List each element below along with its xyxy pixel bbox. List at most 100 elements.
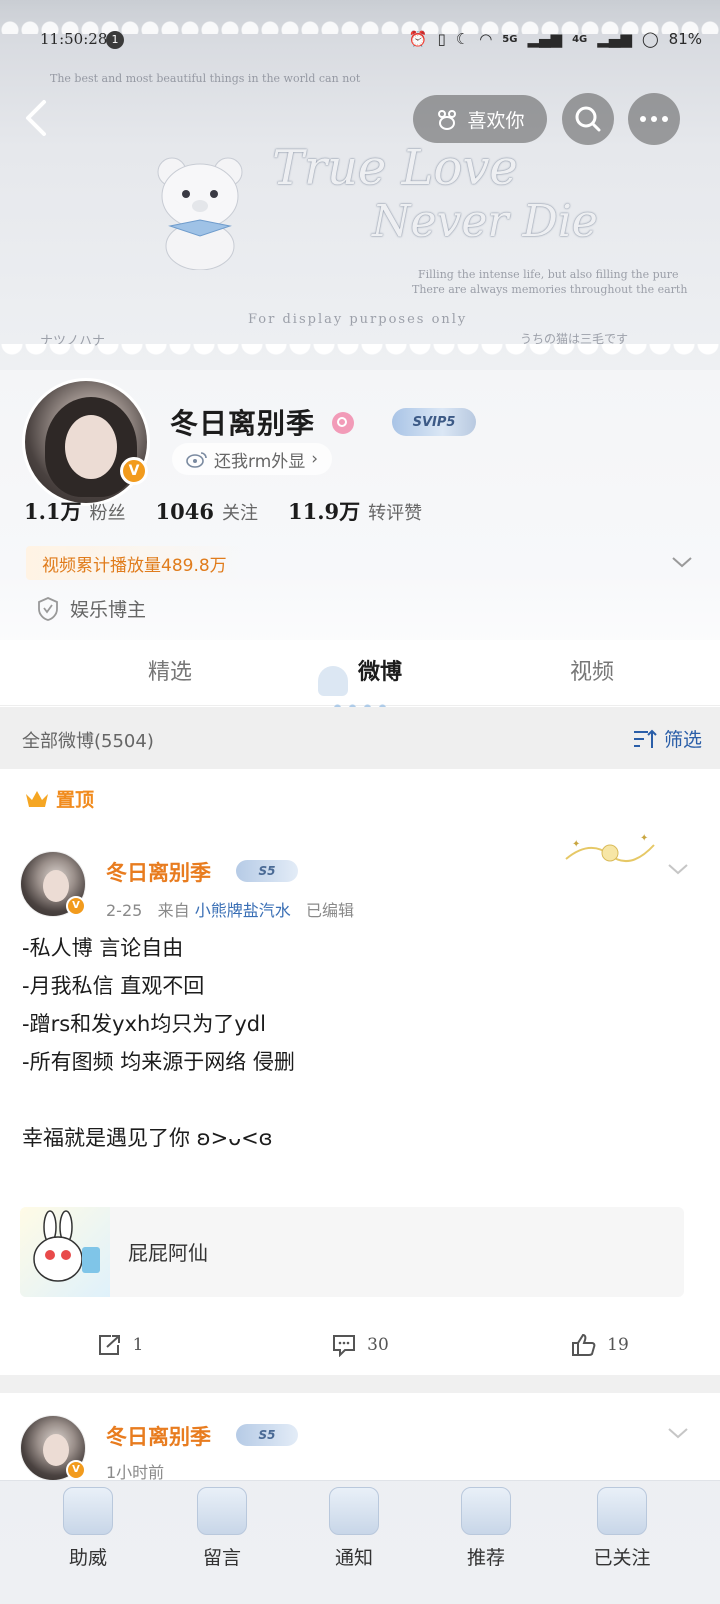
post-line: -私人博 言论自由 — [22, 936, 184, 960]
post-divider — [0, 1375, 720, 1393]
post-line: -月我私信 直观不回 — [22, 974, 205, 998]
like-count: 19 — [607, 1335, 629, 1355]
like-you-label: 喜欢你 — [467, 109, 525, 132]
post-actions: 1 30 19 — [0, 1317, 720, 1373]
more-button[interactable] — [628, 93, 680, 145]
stat-value: 1046 — [155, 499, 214, 524]
verification-info[interactable]: 娱乐博主 — [36, 595, 146, 622]
tab-featured[interactable]: 精选 — [148, 654, 192, 686]
signal-label: 5G — [502, 33, 518, 45]
post-from: 来自 — [157, 901, 190, 920]
post-author[interactable]: 冬日离别季 — [106, 1421, 211, 1451]
video-play-count-tag[interactable]: 视频累计播放量489.8万 — [26, 546, 243, 580]
envelope-icon — [197, 1487, 247, 1535]
nav-label: 留言 — [202, 1547, 241, 1569]
nav-notify[interactable]: 通知 — [304, 1487, 404, 1570]
level-badge: S5 — [236, 860, 298, 882]
stat-interactions[interactable]: 11.9万 转评赞 — [288, 496, 422, 526]
search-icon — [575, 106, 601, 132]
like-you-button[interactable]: 喜欢你 — [413, 95, 547, 143]
verified-icon: V — [66, 896, 86, 916]
nav-cheer[interactable]: 助威 — [38, 1487, 138, 1570]
fan-badge-icon[interactable] — [332, 412, 354, 434]
post-line: 幸福就是遇见了你 ʚ>ᴗ<ɞ — [22, 1126, 273, 1150]
banner-title: True Love — [272, 140, 518, 196]
banner-text: For display purposes only — [248, 312, 468, 327]
pinned-label: 置顶 — [56, 789, 95, 811]
profile-stats: 1.1万 粉丝 1046 关注 11.9万 转评赞 — [24, 496, 422, 526]
card-title: 屁屁阿仙 — [128, 1241, 208, 1265]
signal-icon: ▂▄▆ — [597, 30, 632, 48]
pinned-tag: 置顶 — [24, 785, 94, 812]
svip-badge[interactable]: SVIP5 — [392, 408, 476, 436]
chevron-down-icon[interactable] — [666, 1425, 690, 1441]
filter-button[interactable]: 筛选 — [632, 725, 702, 752]
bear-illustration — [157, 157, 243, 270]
tab-weibo[interactable]: 微博 — [358, 654, 402, 686]
share-icon — [98, 1335, 120, 1355]
link-card[interactable]: 屁屁阿仙 — [20, 1207, 684, 1297]
stat-label: 关注 — [222, 503, 258, 524]
back-button[interactable] — [18, 96, 58, 140]
banner-title-2: Never Die — [372, 196, 598, 247]
post-source[interactable]: 小熊牌盐汽水 — [195, 901, 291, 920]
nav-following[interactable]: 已关注 — [572, 1487, 672, 1570]
stat-value: 1.1万 — [24, 499, 82, 524]
svg-text:✦: ✦ — [572, 839, 580, 850]
paw-icon — [438, 110, 457, 130]
comment-button[interactable]: 30 — [240, 1317, 480, 1373]
subtitle-label: 还我rm外显 — [214, 451, 306, 472]
more-dots-icon — [640, 116, 668, 122]
stat-value: 11.9万 — [288, 499, 361, 524]
feed-header: 全部微博(5504) 筛选 — [0, 707, 720, 769]
signal-label-2: 4G — [572, 33, 588, 45]
avatar[interactable] — [22, 378, 150, 506]
post-card[interactable]: 置顶 V 冬日离别季 S5 2-25 来自 小熊牌盐汽水 已编辑 ✦ ✦ -私人… — [0, 769, 720, 1409]
crown-icon — [26, 790, 48, 807]
status-bar: 11:50:28 1 ⏰ ▯ ☾ ◠ 5G ▂▄▆ 4G ▂▄▆ ◯ 81% — [0, 26, 720, 52]
stat-following[interactable]: 1046 关注 — [156, 499, 258, 525]
nav-label: 已关注 — [593, 1547, 651, 1569]
profile-tabs: 精选 微博 视频 — [0, 640, 720, 706]
shield-icon — [38, 596, 58, 621]
nav-label: 助威 — [68, 1547, 107, 1569]
search-small-icon — [337, 417, 347, 427]
thumbs-up-icon — [572, 1333, 596, 1356]
lace-decoration — [0, 344, 720, 370]
repost-count: 1 — [132, 1335, 144, 1355]
bottom-navigation: 助威 留言 通知 推荐 已关注 — [0, 1480, 720, 1604]
nav-recommend[interactable]: 推荐 — [436, 1487, 536, 1570]
like-button[interactable]: 19 — [480, 1317, 720, 1373]
rabbit-icon — [33, 1210, 100, 1282]
stat-followers[interactable]: 1.1万 粉丝 — [24, 496, 126, 526]
ribbon-decoration-icon: ✦ ✦ — [565, 833, 655, 863]
profile-banner: The best and most beautiful things in th… — [0, 0, 720, 370]
chevron-down-icon[interactable] — [666, 861, 690, 877]
cake-icon — [318, 666, 348, 696]
repost-button[interactable]: 1 — [0, 1317, 240, 1373]
nav-label: 通知 — [334, 1547, 373, 1569]
moon-icon: ☾ — [455, 30, 470, 48]
verified-icon: V — [120, 457, 148, 485]
weibo-icon — [186, 452, 207, 468]
level-badge: S5 — [236, 1424, 298, 1446]
chevron-down-icon[interactable] — [670, 552, 694, 572]
cake-icon — [461, 1487, 511, 1535]
chevron-right-icon: › — [311, 449, 319, 469]
search-button[interactable] — [562, 93, 614, 145]
stat-label: 粉丝 — [89, 503, 126, 524]
card-thumbnail — [20, 1207, 110, 1297]
post-line — [22, 1081, 295, 1119]
teapot-icon — [329, 1487, 379, 1535]
battery-icon: ◯ — [641, 30, 659, 48]
nav-message[interactable]: 留言 — [172, 1487, 272, 1570]
tab-video[interactable]: 视频 — [570, 654, 614, 686]
post-author[interactable]: 冬日离别季 — [106, 857, 211, 887]
alarm-icon: ⏰ — [408, 30, 428, 48]
nav-label: 推荐 — [466, 1547, 505, 1569]
banner-text: There are always memories throughout the… — [412, 283, 688, 296]
gift-icon — [63, 1487, 113, 1535]
heart-icon — [597, 1487, 647, 1535]
notification-count: 1 — [106, 31, 124, 49]
weibo-subtitle-button[interactable]: 还我rm外显 › — [172, 443, 333, 475]
